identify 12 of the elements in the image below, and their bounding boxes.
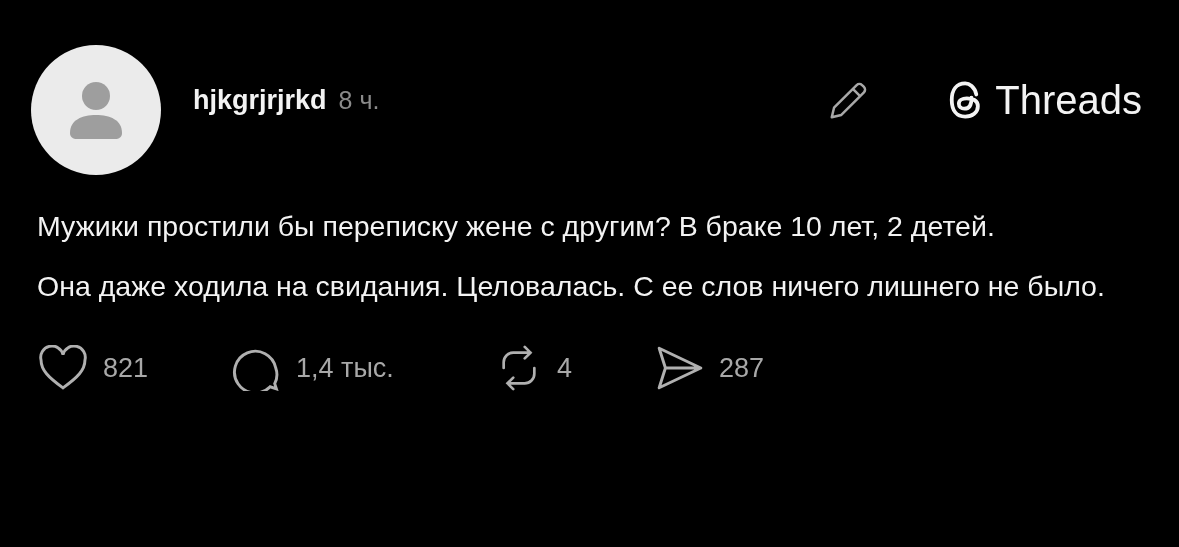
brand-name: Threads (995, 77, 1142, 123)
action-count: 287 (719, 352, 765, 384)
heart-icon[interactable] (37, 345, 89, 391)
username[interactable]: hjkgrjrjrkd (193, 84, 327, 116)
send-icon[interactable] (655, 345, 705, 391)
post-time: 8 ч. (338, 85, 380, 115)
avatar[interactable] (31, 45, 161, 175)
post-text: Мужики простили бы переписку жене с другим? В браке 10 лет, 2 детей. (37, 209, 996, 244)
action-count: 4 (557, 352, 573, 384)
action-count: 1,4 тыс. (296, 352, 394, 384)
post-text: Она даже ходила на свидания. Целовалась. С ее слов ничего лишнего не было. (37, 269, 1106, 304)
action-count: 821 (103, 352, 149, 384)
